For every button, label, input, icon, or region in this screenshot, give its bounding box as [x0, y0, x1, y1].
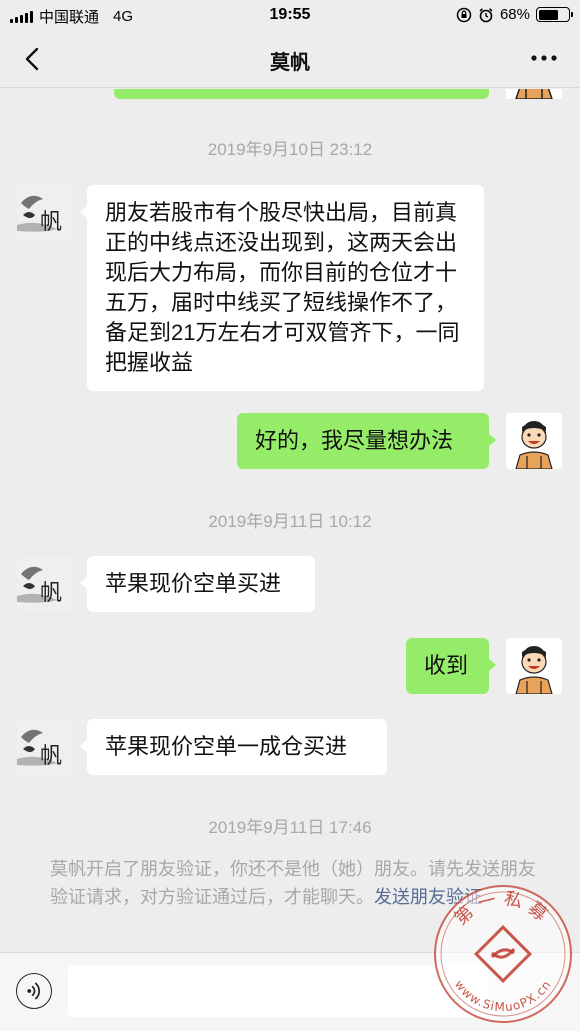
my-avatar[interactable] [506, 413, 562, 469]
more-dots-icon[interactable] [528, 48, 560, 68]
contact-avatar[interactable]: 帆 [17, 556, 73, 612]
battery-fill [538, 9, 559, 20]
watermark-logo: 第一私募 www.SiMuoPX.cn [434, 885, 572, 1023]
incoming-message-bubble[interactable]: 苹果现价空单买进 [80, 556, 315, 612]
battery-icon [536, 7, 573, 22]
outgoing-message-bubble[interactable]: 收到 [406, 638, 496, 694]
timestamp: 2019年9月10日 23:12 [207, 140, 373, 159]
contact-avatar[interactable]: 帆 [17, 185, 73, 241]
nav-bar: 莫帆 [0, 32, 580, 88]
status-right: 68% [456, 6, 573, 23]
message-text: 好的，我尽量想办法 [255, 428, 454, 453]
contact-avatar[interactable]: 帆 [17, 719, 73, 775]
message-text: 收到 [424, 653, 469, 678]
alarm-icon [479, 7, 493, 22]
message-text: 苹果现价空单买进 [105, 571, 282, 596]
my-avatar-partial [506, 89, 562, 100]
avatar-calligraphy: 帆 [40, 744, 62, 769]
avatar-calligraphy: 帆 [40, 210, 62, 235]
chat-area[interactable]: 2019年9月10日 23:12 帆 朋友若股市有个股尽快出局，目前真正的中线点… [0, 89, 580, 951]
incoming-message-bubble[interactable]: 朋友若股市有个股尽快出局，目前真正的中线点还没出现到，这两天会出现后大力布局，而… [80, 185, 484, 391]
outgoing-message-bubble[interactable]: 好的，我尽量想办法 [237, 413, 496, 469]
timestamp: 2019年9月11日 10:12 [208, 512, 372, 531]
message-text: 朋友若股市有个股尽快出局，目前真正的中线点还没出现到，这两天会出现后大力布局，而… [105, 200, 460, 375]
chat-title: 莫帆 [270, 52, 310, 74]
battery-percent: 68% [499, 6, 530, 23]
message-text: 苹果现价空单一成仓买进 [105, 734, 348, 759]
message-input[interactable] [68, 965, 488, 1017]
rotation-lock-icon [456, 7, 472, 22]
avatar-calligraphy: 帆 [40, 581, 62, 606]
partial-message-bubble [114, 89, 489, 99]
voice-icon[interactable] [16, 973, 52, 1009]
incoming-message-bubble[interactable]: 苹果现价空单一成仓买进 [80, 719, 387, 775]
status-bar: 中国联通 4G 19:55 68% [0, 0, 580, 32]
timestamp: 2019年9月11日 17:46 [208, 818, 372, 837]
my-avatar[interactable] [506, 638, 562, 694]
